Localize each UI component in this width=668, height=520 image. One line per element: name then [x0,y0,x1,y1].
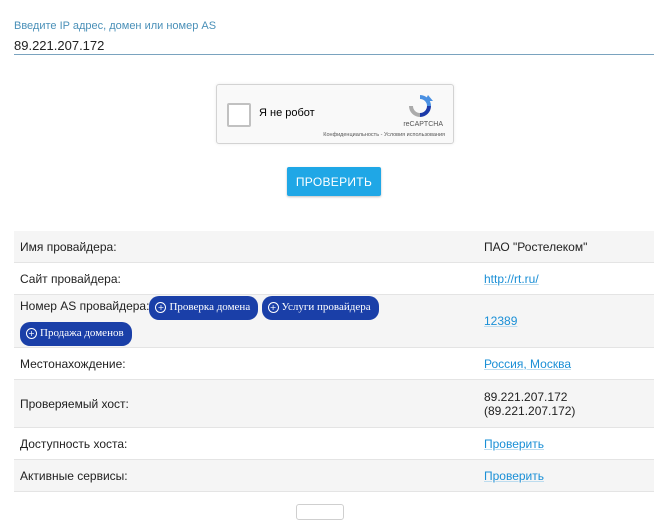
provider-name-value: ПАО "Ростелеком" [478,231,654,263]
table-row: Доступность хоста: Проверить [14,427,654,460]
table-row: Проверяемый хост: 89.221.207.172 (89.221… [14,379,654,428]
table-row: Номер AS провайдера: + Проверка домена + Ус… [14,294,654,348]
table-row: Сайт провайдера: http://rt.ru/ [14,262,654,295]
check-domain-label: Проверка домена [169,301,251,313]
host-resolved: (89.221.207.172) [484,403,576,418]
table-row: Имя провайдера: ПАО "Ростелеком" [14,231,654,263]
recaptcha-logo-icon [409,95,433,117]
bottom-button[interactable] [296,504,344,520]
recaptcha-terms-link[interactable]: Конфиденциальность - Условия использован… [323,132,445,138]
availability-label: Доступность хоста: [14,427,478,460]
plus-circle-icon: + [267,302,279,313]
host-label: Проверяемый хост: [14,379,478,428]
provider-info-table: Имя провайдера: ПАО "Ростелеком" Сайт пр… [14,231,654,492]
host-ip: 89.221.207.172 [484,389,568,404]
services-label: Активные сервисы: [14,459,478,492]
plus-circle-icon: + [155,302,167,313]
recaptcha-widget: Я не робот reCAPTCHA Конфиденциальность … [216,84,454,144]
ip-search-input[interactable] [14,36,654,55]
services-check-link[interactable]: Проверить [484,469,544,483]
provider-services-button[interactable]: + Услуги провайдера [261,296,379,320]
location-label: Местонахождение: [14,347,478,380]
host-value: 89.221.207.172 (89.221.207.172) [478,379,654,428]
domain-sale-button[interactable]: + Продажа доменов [20,322,132,346]
check-button[interactable]: ПРОВЕРИТЬ [287,167,381,196]
recaptcha-label: Я не робот [259,107,315,119]
provider-site-label: Сайт провайдера: [14,262,478,295]
location-link[interactable]: Россия, Москва [484,357,571,371]
search-field-label: Введите IP адрес, домен или номер AS [14,20,217,32]
as-number-link[interactable]: 12389 [484,314,517,328]
availability-check-link[interactable]: Проверить [484,437,544,451]
domain-sale-label: Продажа доменов [40,327,124,339]
check-domain-button[interactable]: + Проверка домена [149,296,259,320]
recaptcha-brand: reCAPTCHA [403,121,443,128]
plus-circle-icon: + [26,328,37,339]
provider-site-link[interactable]: http://rt.ru/ [484,272,539,286]
as-label-cell: Номер AS провайдера: + Проверка домена + Ус… [14,294,478,348]
recaptcha-checkbox[interactable] [227,103,251,127]
provider-name-label: Имя провайдера: [14,231,478,263]
provider-services-label: Услуги провайдера [281,301,371,313]
as-label: Номер AS провайдера: [20,299,150,313]
table-row: Активные сервисы: Проверить [14,459,654,492]
table-row: Местонахождение: Россия, Москва [14,347,654,380]
